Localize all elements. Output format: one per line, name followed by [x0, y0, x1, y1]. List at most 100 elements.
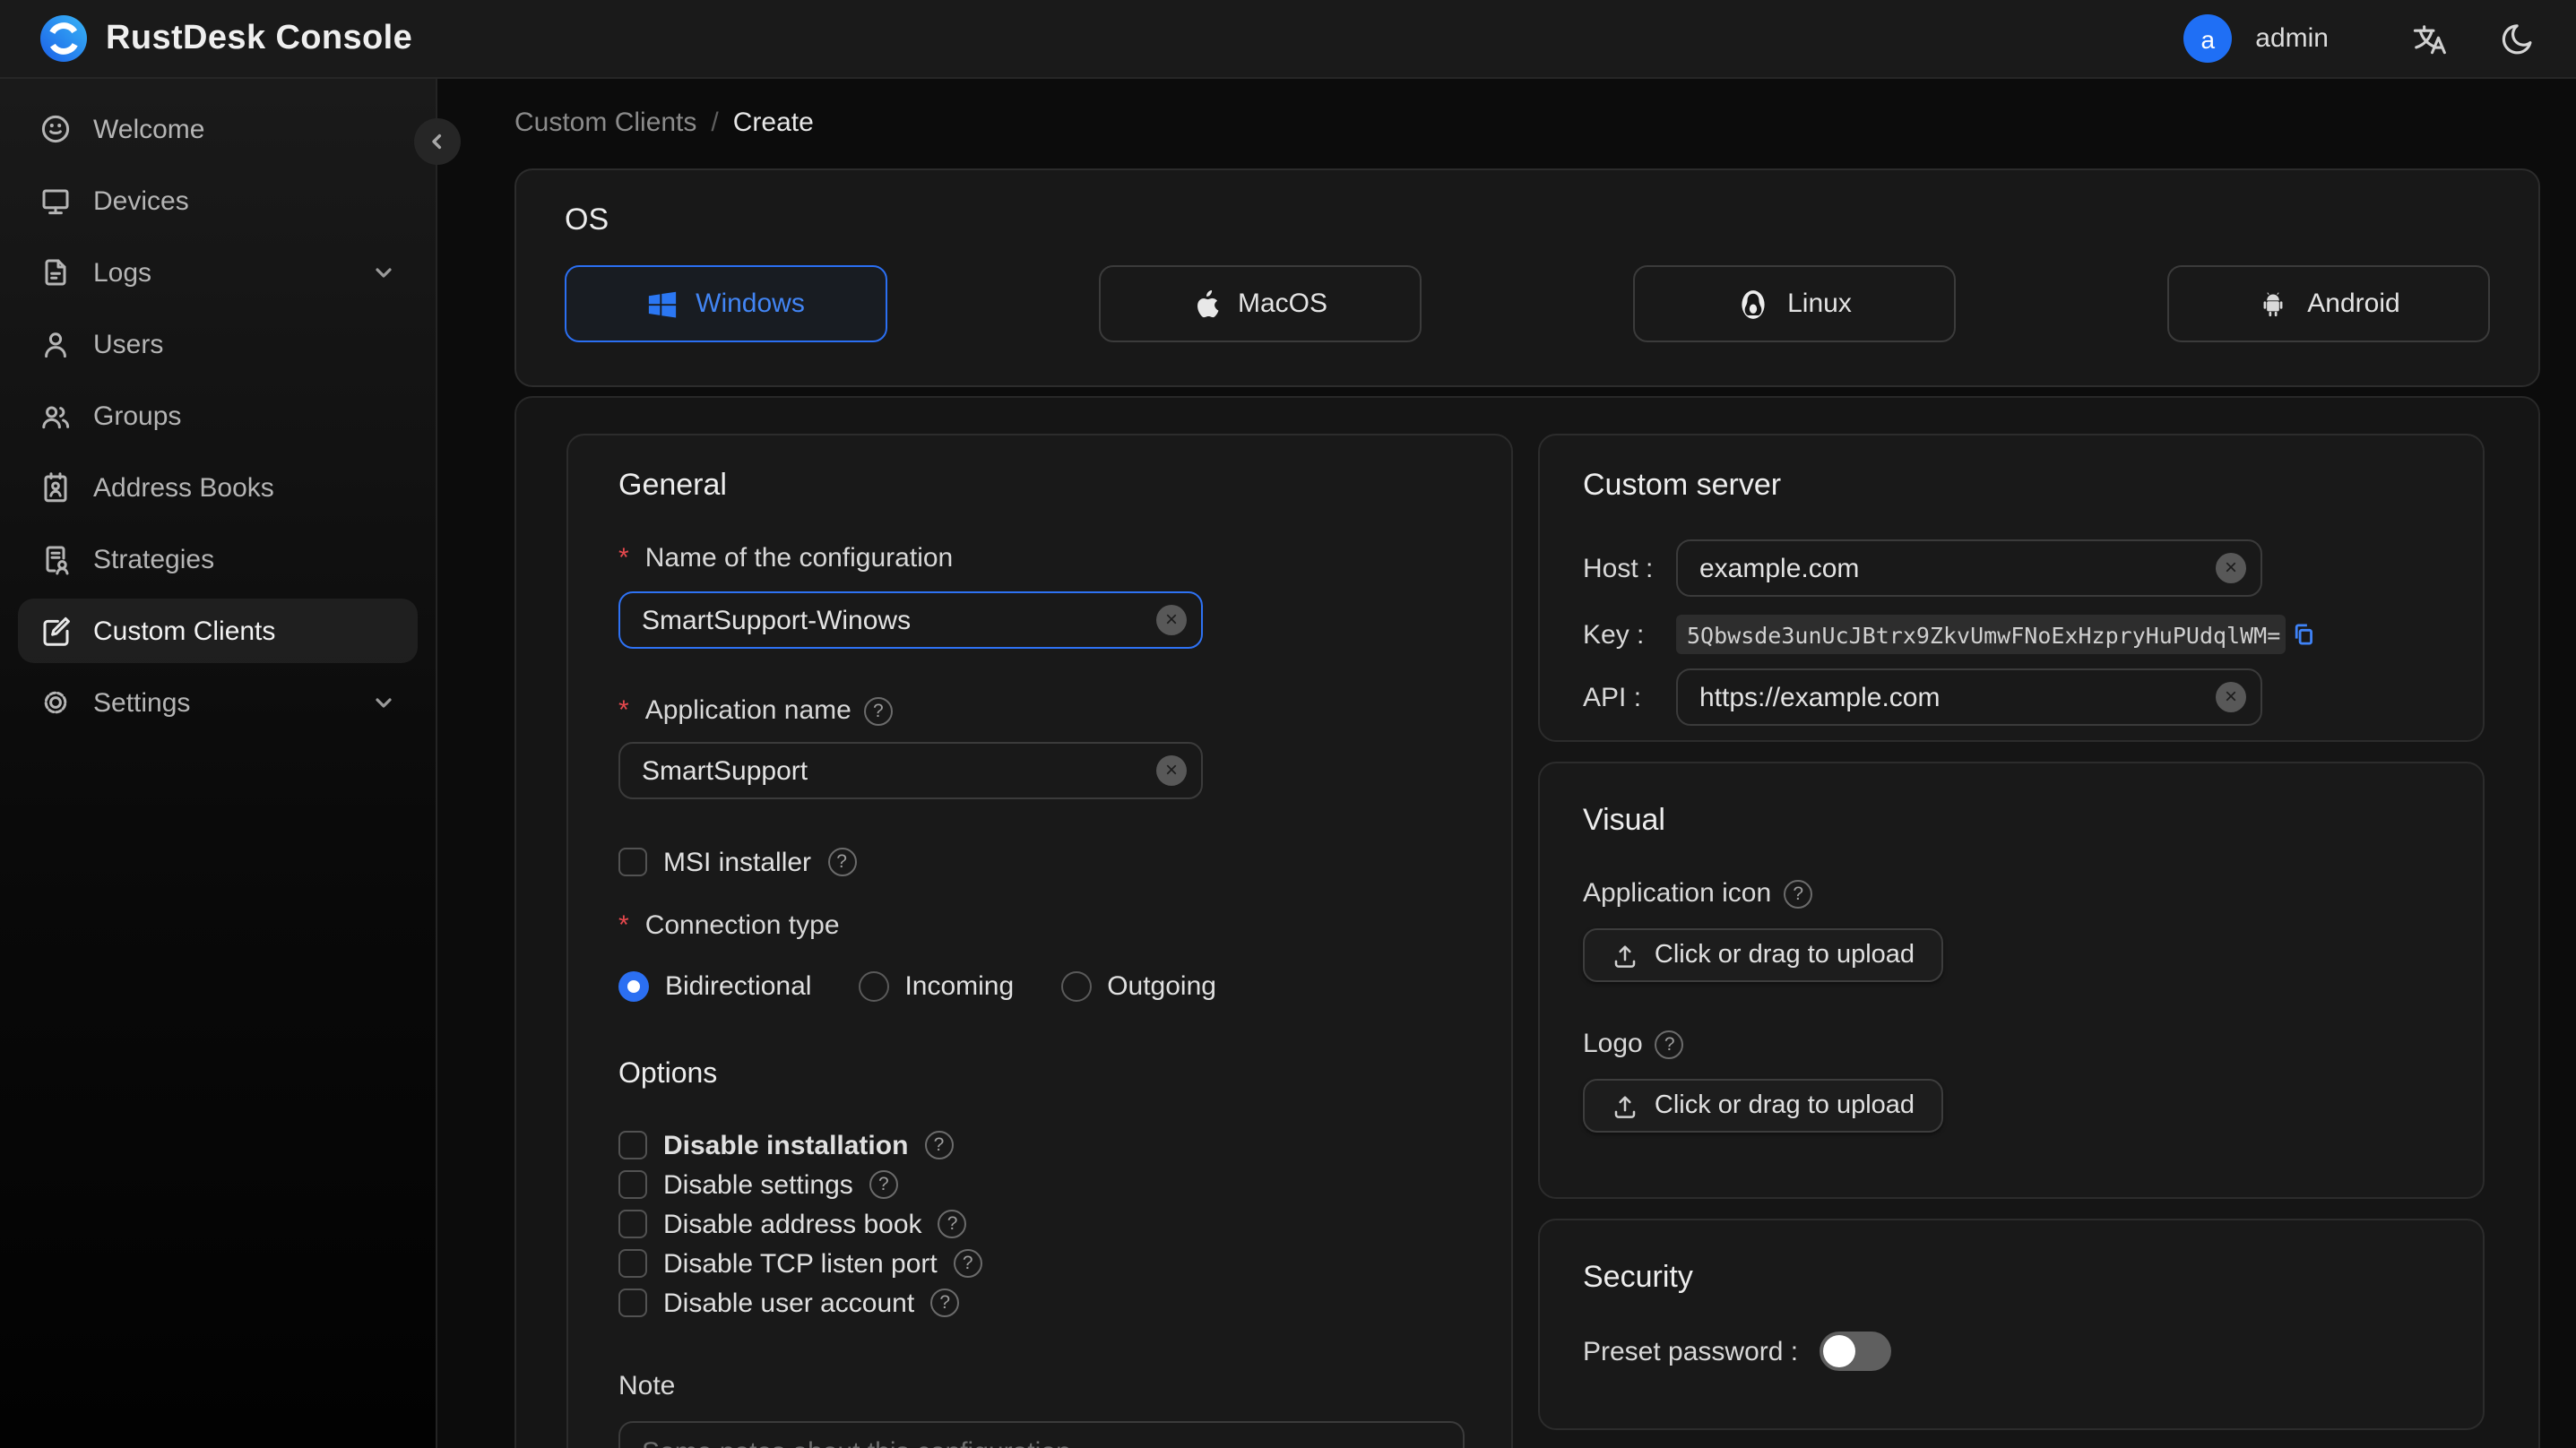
os-button-windows[interactable]: Windows — [565, 265, 887, 342]
sidebar-item-label: Groups — [93, 401, 182, 431]
key-label: Key : — [1583, 619, 1645, 650]
sidebar-item-label: Welcome — [93, 114, 205, 144]
strategy-icon — [39, 543, 72, 575]
sidebar-item-settings[interactable]: Settings — [18, 670, 418, 735]
help-icon[interactable]: ? — [930, 1289, 960, 1317]
disable-installation-checkbox[interactable] — [618, 1131, 647, 1159]
note-textarea[interactable] — [618, 1421, 1465, 1448]
sidebar-item-label: Strategies — [93, 544, 215, 574]
breadcrumb-parent[interactable]: Custom Clients — [514, 107, 696, 137]
radio-incoming[interactable]: Incoming — [858, 971, 1014, 1002]
logo-upload-button[interactable]: Click or drag to upload — [1583, 1079, 1943, 1133]
user-avatar[interactable]: a — [2183, 14, 2233, 63]
api-input[interactable] — [1676, 668, 2262, 726]
user-icon — [39, 328, 72, 360]
sidebar-item-users[interactable]: Users — [18, 312, 418, 376]
radio-bidirectional[interactable]: Bidirectional — [618, 971, 811, 1002]
configuration-name-input[interactable] — [618, 591, 1203, 649]
smile-icon — [39, 113, 72, 145]
preset-password-toggle[interactable] — [1820, 1332, 1892, 1371]
disable-settings-checkbox[interactable] — [618, 1170, 647, 1199]
copy-icon[interactable] — [2291, 622, 2316, 647]
clear-icon[interactable]: × — [2216, 682, 2246, 712]
clear-icon[interactable]: × — [1156, 605, 1187, 635]
security-section: Security Preset password : — [1538, 1219, 2485, 1430]
sidebar-item-custom-clients[interactable]: Custom Clients — [18, 599, 418, 663]
key-value: 5Qbwsde3unUcJBtrx9ZkvUmwFNoExHzpryHuPUdq… — [1687, 621, 2281, 648]
help-icon[interactable]: ? — [827, 848, 857, 876]
upload-button-label: Click or drag to upload — [1654, 941, 1915, 970]
name-field-label: * Name of the configuration — [618, 543, 954, 573]
radio-outgoing[interactable]: Outgoing — [1060, 971, 1216, 1002]
os-button-label: MacOS — [1237, 289, 1327, 319]
upload-icon — [1612, 1092, 1638, 1119]
os-button-label: Linux — [1787, 289, 1852, 319]
toggle-knob — [1823, 1335, 1856, 1367]
disable-address-book-checkbox[interactable] — [618, 1210, 647, 1238]
help-icon[interactable]: ? — [1655, 1030, 1684, 1058]
app-title: RustDesk Console — [106, 19, 413, 56]
api-label: API : — [1583, 682, 1642, 712]
sidebar-item-logs[interactable]: Logs — [18, 240, 418, 305]
radio-icon — [858, 971, 889, 1002]
breadcrumb: Custom Clients / Create — [514, 104, 2576, 140]
radio-icon — [1060, 971, 1092, 1002]
os-button-linux[interactable]: Linux — [1633, 265, 1956, 342]
msi-installer-checkbox[interactable] — [618, 848, 647, 876]
app-icon-upload-button[interactable]: Click or drag to upload — [1583, 928, 1943, 982]
custom-server-section: Custom server Host : × Key : 5Qbwsde3unU… — [1538, 434, 2485, 742]
sidebar-item-strategies[interactable]: Strategies — [18, 527, 418, 591]
os-button-android[interactable]: Android — [2167, 265, 2490, 342]
apple-icon — [1193, 288, 1220, 320]
help-icon[interactable]: ? — [863, 696, 893, 725]
linux-penguin-icon — [1737, 288, 1769, 320]
sidebar-item-label: Custom Clients — [93, 616, 276, 646]
sidebar-item-groups[interactable]: Groups — [18, 384, 418, 448]
os-button-macos[interactable]: MacOS — [1099, 265, 1422, 342]
help-icon[interactable]: ? — [869, 1170, 898, 1199]
application-name-input[interactable] — [618, 742, 1203, 799]
help-icon[interactable]: ? — [938, 1210, 967, 1238]
host-input[interactable] — [1676, 539, 2262, 597]
help-icon[interactable]: ? — [1784, 879, 1813, 908]
app-name-input-wrap: × — [618, 742, 1203, 799]
general-title: General — [618, 468, 727, 502]
configuration-panel: General * Name of the configuration × * … — [514, 396, 2540, 1448]
edit-icon — [39, 615, 72, 647]
sidebar-item-address-books[interactable]: Address Books — [18, 455, 418, 520]
help-icon[interactable]: ? — [953, 1249, 982, 1278]
android-icon — [2257, 288, 2289, 320]
radio-icon — [618, 971, 649, 1002]
sidebar-collapse-button[interactable] — [414, 118, 461, 165]
option-disable-tcp-listen-port: Disable TCP listen port ? — [618, 1247, 1461, 1280]
users-icon — [39, 400, 72, 432]
key-row: Key : 5Qbwsde3unUcJBtrx9ZkvUmwFNoExHzpry… — [1583, 615, 2440, 654]
visual-title: Visual — [1583, 803, 1665, 837]
translate-icon[interactable] — [2409, 19, 2449, 58]
help-icon[interactable]: ? — [924, 1131, 954, 1159]
sidebar-item-welcome[interactable]: Welcome — [18, 97, 418, 161]
api-input-wrap: × — [1676, 668, 2262, 726]
sidebar-item-label: Settings — [93, 687, 191, 718]
disable-user-account-checkbox[interactable] — [618, 1289, 647, 1317]
breadcrumb-current: Create — [732, 107, 814, 137]
os-button-label: Android — [2307, 289, 2400, 319]
clear-icon[interactable]: × — [2216, 553, 2246, 583]
note-label: Note — [618, 1371, 676, 1401]
user-name[interactable]: admin — [2255, 23, 2329, 54]
host-label: Host : — [1583, 553, 1654, 583]
msi-installer-row: MSI installer ? — [618, 846, 1461, 878]
os-title: OS — [565, 203, 609, 237]
os-button-label: Windows — [696, 289, 805, 319]
chevron-down-icon — [371, 690, 396, 715]
sidebar-item-label: Logs — [93, 257, 152, 288]
disable-tcp-listen-port-checkbox[interactable] — [618, 1249, 647, 1278]
required-marker: * — [618, 543, 629, 573]
name-input-wrap: × — [618, 591, 1203, 649]
chevron-down-icon — [371, 260, 396, 285]
options-title: Options — [618, 1059, 718, 1090]
breadcrumb-separator: / — [711, 107, 719, 137]
dark-mode-icon[interactable] — [2497, 19, 2537, 58]
sidebar-item-devices[interactable]: Devices — [18, 168, 418, 233]
clear-icon[interactable]: × — [1156, 755, 1187, 786]
